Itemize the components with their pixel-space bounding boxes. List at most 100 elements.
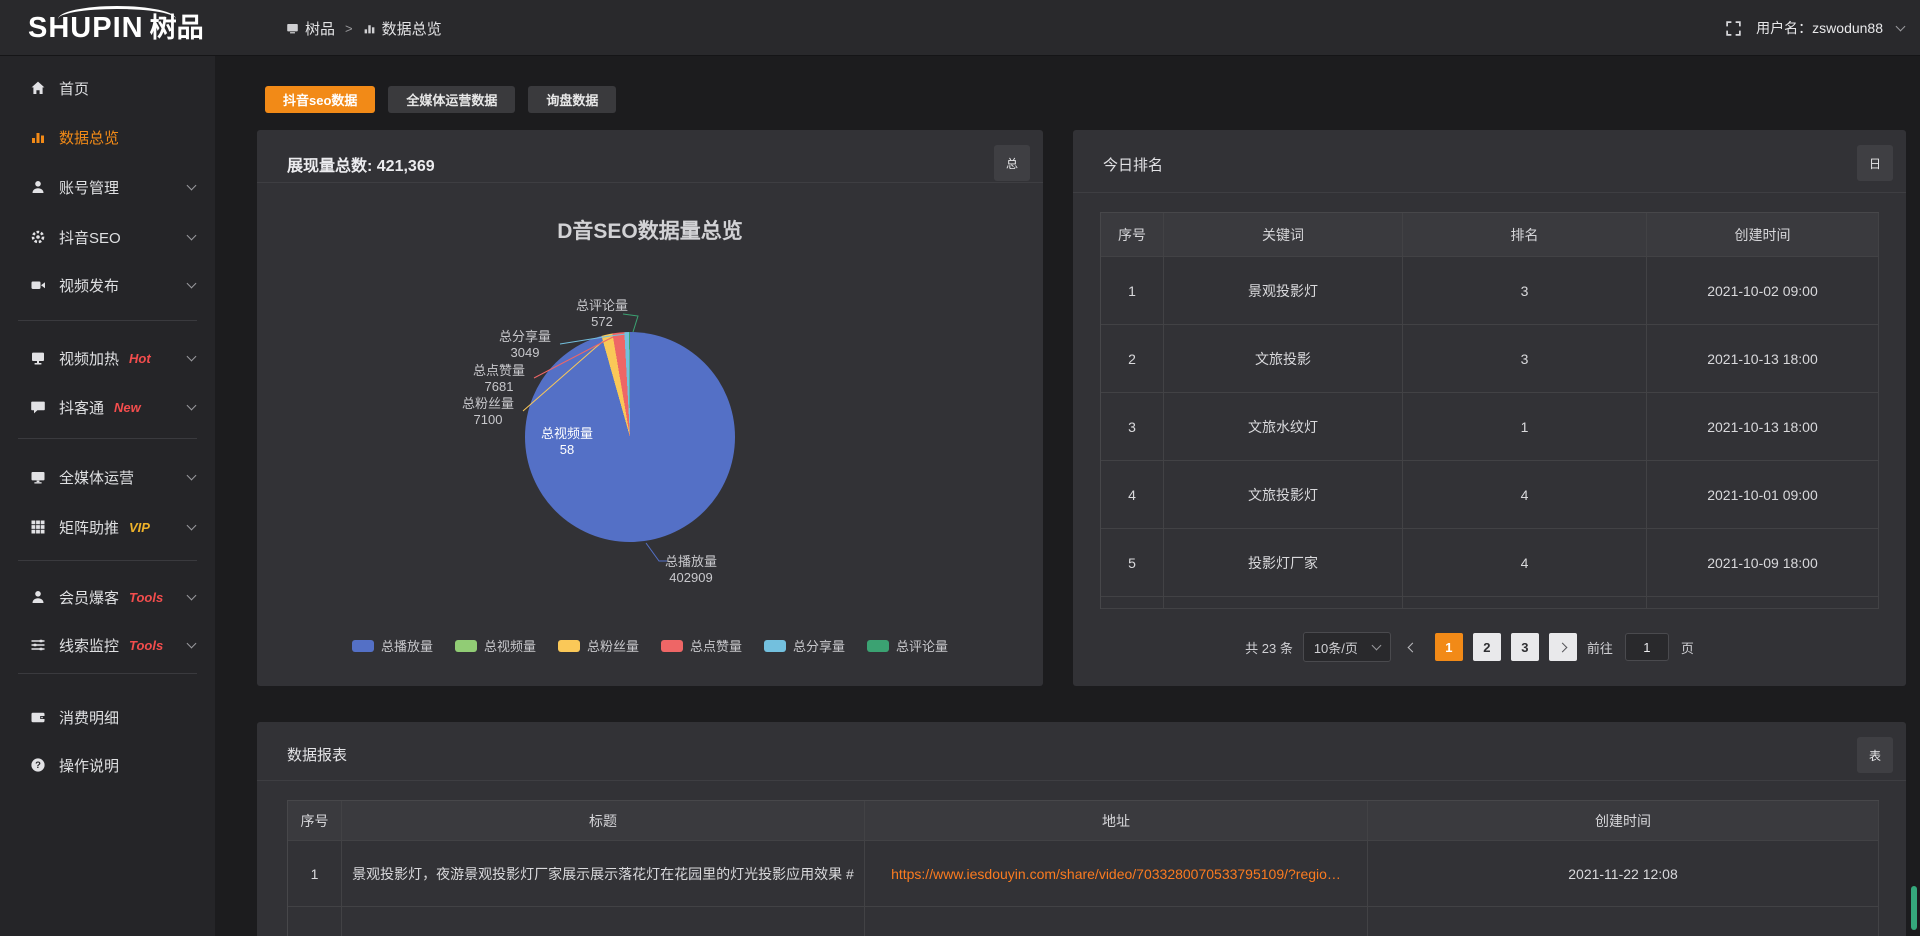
page-size-select[interactable]: 10条/页 [1303, 632, 1391, 662]
next-page-button[interactable] [1549, 633, 1577, 661]
legend-label: 总分享量 [793, 636, 845, 655]
chevron-down-icon [187, 180, 197, 190]
prev-page-button[interactable] [1401, 633, 1425, 661]
pie-label-name: 总评论量 [566, 298, 638, 314]
sidebar-item-会员爆客[interactable]: 会员爆客Tools [0, 573, 215, 621]
pie-chart-area: D音SEO数据量总览 总播放量402909总视频量58总粉丝量7100总点赞量7… [257, 130, 1043, 686]
table-row: 1景观投影灯32021-10-02 09:00 [1101, 257, 1879, 325]
chevron-down-icon [187, 520, 197, 530]
table-cell: 文旅投影灯 [1164, 461, 1403, 529]
sidebar-item-全媒体运营[interactable]: 全媒体运营 [0, 453, 215, 501]
table-cell: 3 [1403, 257, 1647, 325]
chevron-down-icon [187, 470, 197, 480]
page-button-3[interactable]: 3 [1511, 633, 1539, 661]
video-link[interactable]: https://www.iesdouyin.com/share/video/70… [865, 841, 1368, 907]
report-table: 序号标题地址创建时间1景观投影灯，夜游景观投影灯厂家展示展示落花灯在花园里的灯光… [287, 800, 1879, 936]
table-cell: 4 [1403, 529, 1647, 597]
legend-item-总评论量[interactable]: 总评论量 [867, 636, 948, 655]
tab-询盘数据[interactable]: 询盘数据 [528, 86, 616, 113]
chart-title: D音SEO数据量总览 [257, 215, 1043, 245]
sidebar-item-首页[interactable]: 首页 [0, 64, 215, 112]
legend-swatch [455, 640, 477, 652]
table-cell [288, 907, 342, 936]
sidebar-item-矩阵助推[interactable]: 矩阵助推VIP [0, 503, 215, 551]
breadcrumb-item-root[interactable]: 树品 [286, 18, 335, 39]
table-cell: 2 [1101, 325, 1164, 393]
sidebar-item-label: 操作说明 [59, 755, 119, 776]
chart-legend: 总播放量 总视频量 总粉丝量 总点赞量 总分享量 总评论量 [257, 636, 1043, 655]
table-cell: 投影灯厂家 [1164, 529, 1403, 597]
pie-label-value: 7100 [452, 412, 524, 428]
fullscreen-icon[interactable] [1725, 20, 1742, 37]
legend-label: 总视频量 [484, 636, 536, 655]
gear-icon [30, 229, 46, 245]
bar-chart-icon [30, 129, 46, 145]
page-button-1[interactable]: 1 [1435, 633, 1463, 661]
goto-page-input[interactable] [1625, 633, 1669, 661]
sidebar-item-label: 账号管理 [59, 177, 119, 198]
tab-抖音seo数据[interactable]: 抖音seo数据 [265, 86, 375, 113]
sidebar-item-视频发布[interactable]: 视频发布 [0, 261, 215, 309]
sidebar: 首页数据总览账号管理抖音SEO 视频发布视频加热Hot抖客通New 全媒体运营矩阵助… [0, 56, 215, 936]
sidebar-item-账号管理[interactable]: 账号管理 [0, 163, 215, 211]
sidebar-item-操作说明[interactable]: ? 操作说明 [0, 741, 215, 789]
panel-title: 数据报表 [287, 744, 347, 765]
username-label[interactable]: 用户名：zswodun88 [1756, 18, 1883, 38]
chevron-down-icon [187, 400, 197, 410]
chevron-down-icon [1896, 21, 1906, 31]
table-view-button[interactable]: 表 [1857, 737, 1893, 773]
sidebar-item-线索监控[interactable]: 线索监控Tools [0, 621, 215, 669]
member-icon [30, 589, 46, 605]
sidebar-item-label: 首页 [59, 78, 89, 99]
sidebar-item-数据总览[interactable]: 数据总览 [0, 113, 215, 161]
sidebar-item-抖音SEO[interactable]: 抖音SEO [0, 213, 215, 261]
column-header: 标题 [342, 801, 865, 841]
table-header-row: 序号标题地址创建时间 [288, 801, 1879, 841]
tab-全媒体运营数据[interactable]: 全媒体运营数据 [388, 86, 515, 113]
table-cell: 文旅水纹灯 [1164, 393, 1403, 461]
scrollbar-thumb[interactable] [1911, 886, 1917, 930]
column-header: 序号 [288, 801, 342, 841]
legend-item-总点赞量[interactable]: 总点赞量 [661, 636, 742, 655]
legend-item-总分享量[interactable]: 总分享量 [764, 636, 845, 655]
home-icon [30, 80, 46, 96]
chevron-down-icon [1371, 640, 1381, 650]
legend-label: 总粉丝量 [587, 636, 639, 655]
grid-icon [30, 519, 46, 535]
sidebar-item-视频加热[interactable]: 视频加热Hot [0, 334, 215, 382]
legend-item-总播放量[interactable]: 总播放量 [352, 636, 433, 655]
table-cell [1101, 597, 1164, 609]
pie-label-总点赞量: 总点赞量7681 [463, 363, 535, 395]
legend-item-总粉丝量[interactable]: 总粉丝量 [558, 636, 639, 655]
pie-label-总评论量: 总评论量572 [566, 298, 638, 330]
breadcrumb-separator: > [345, 21, 353, 36]
table-cell [342, 907, 865, 936]
pie-label-value: 58 [531, 442, 603, 458]
sidebar-item-抖客通[interactable]: 抖客通New [0, 383, 215, 431]
divider [1073, 192, 1906, 193]
daily-view-button[interactable]: 日 [1857, 145, 1893, 181]
table-row: 3文旅水纹灯12021-10-13 18:00 [1101, 393, 1879, 461]
column-header: 创建时间 [1368, 801, 1879, 841]
chat-icon [30, 399, 46, 415]
chevron-right-icon [1558, 642, 1568, 652]
table-cell: 2021-10-13 18:00 [1647, 325, 1879, 393]
table-cell: 2021-10-02 09:00 [1647, 257, 1879, 325]
sidebar-divider [18, 560, 197, 561]
pie-label-name: 总点赞量 [463, 363, 535, 379]
table-cell [1403, 597, 1647, 609]
table-cell [1164, 597, 1403, 609]
table-row: 4文旅投影灯42021-10-01 09:00 [1101, 461, 1879, 529]
legend-item-总视频量[interactable]: 总视频量 [455, 636, 536, 655]
legend-swatch [352, 640, 374, 652]
sidebar-item-label: 抖音SEO [59, 227, 121, 248]
breadcrumb-item-current[interactable]: 数据总览 [363, 18, 442, 39]
goto-label: 前往 [1587, 638, 1613, 657]
table-cell [1647, 597, 1879, 609]
sidebar-item-消费明细[interactable]: 消费明细 [0, 693, 215, 741]
pagination-total: 共 23 条 [1245, 638, 1293, 657]
divider [257, 780, 1906, 781]
page-button-2[interactable]: 2 [1473, 633, 1501, 661]
main-content: 抖音seo数据全媒体运营数据询盘数据 展现量总数: 421,369 总 D音SE… [215, 56, 1920, 936]
svg-text:?: ? [35, 760, 41, 771]
